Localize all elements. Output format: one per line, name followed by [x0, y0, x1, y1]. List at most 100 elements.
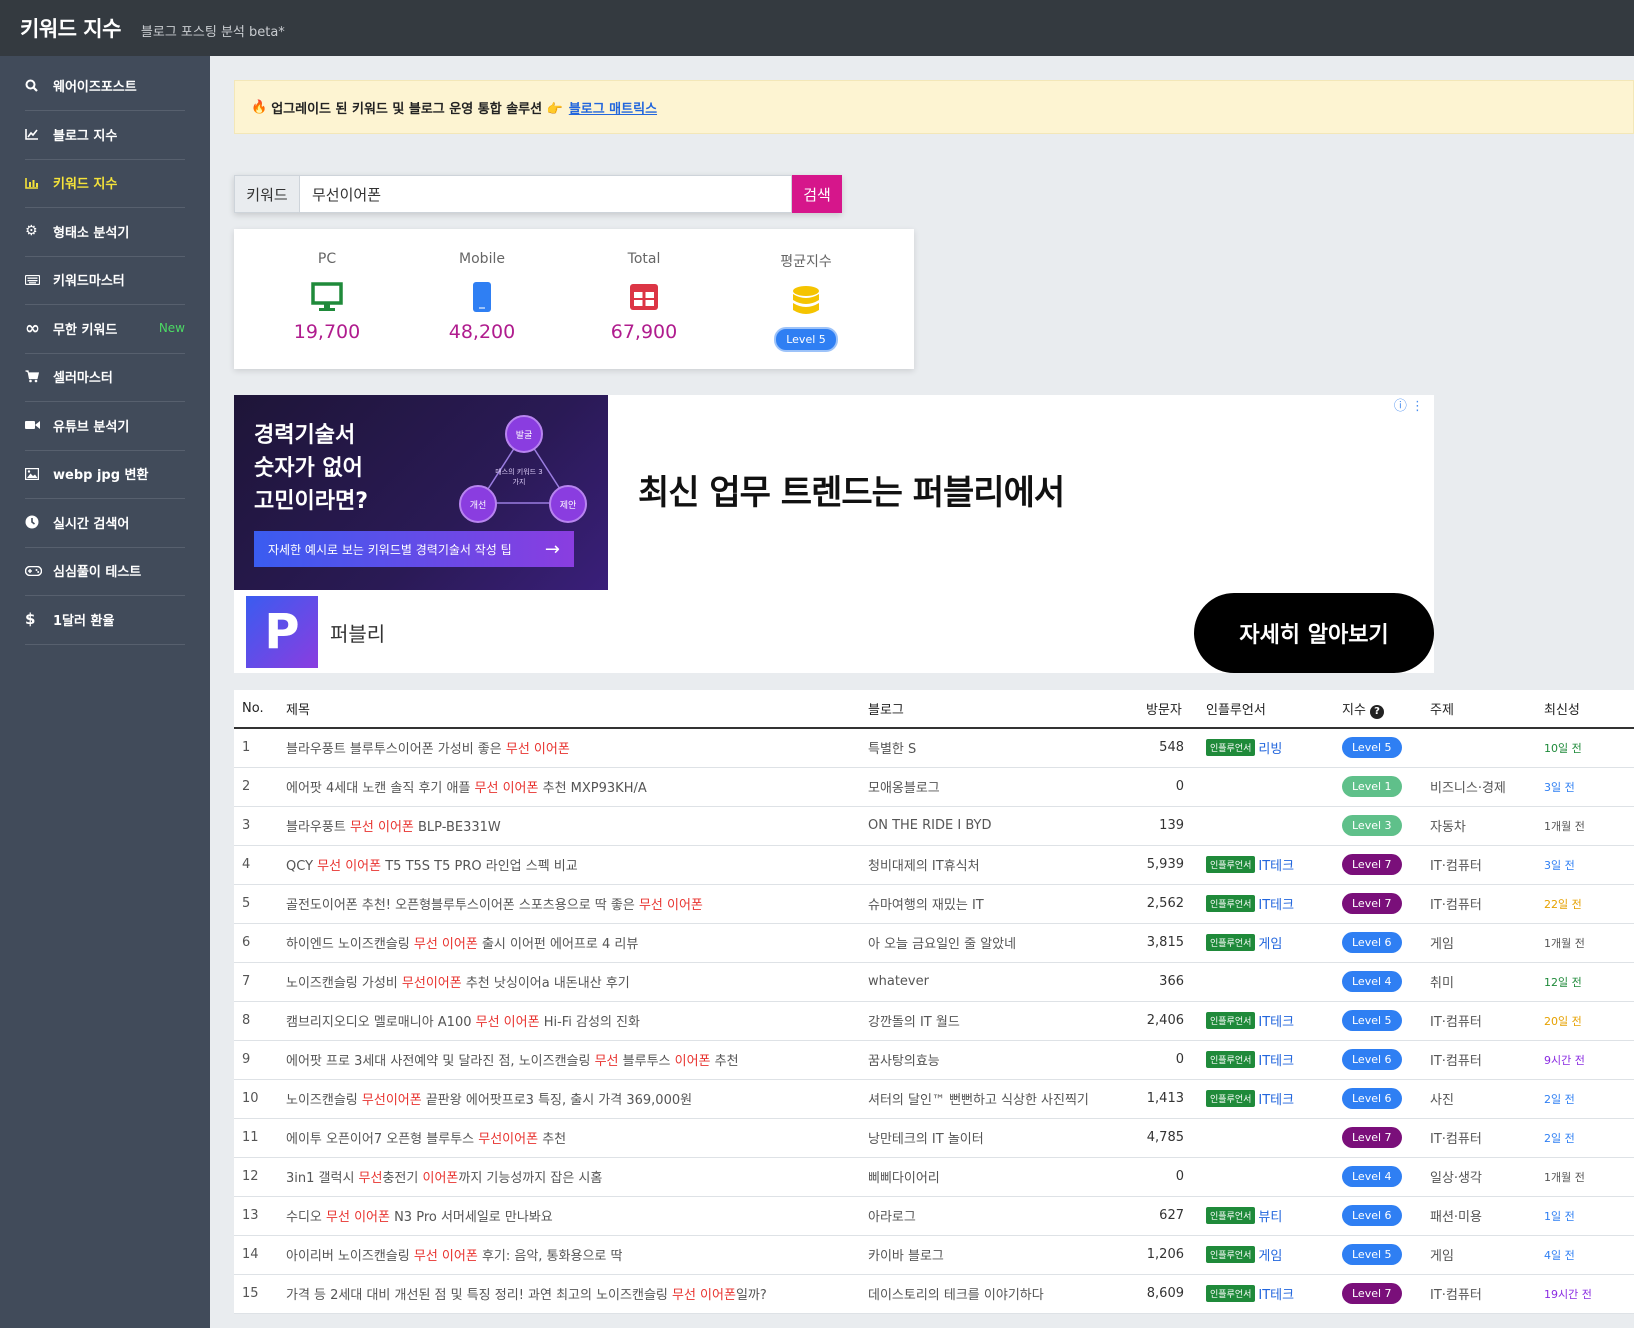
search-button[interactable]: 검색	[792, 175, 842, 213]
app-title[interactable]: 키워드 지수	[20, 13, 121, 43]
table-row[interactable]: 3 블라우풍트 무선 이어폰 BLP-BE331W ON THE RIDE I BY…	[234, 806, 1634, 846]
sidebar-item-0[interactable]: 웨어이즈포스트	[25, 61, 185, 111]
row-blog[interactable]: 아라로그	[860, 1196, 1138, 1236]
freshness-label: 2일 전	[1544, 1131, 1575, 1145]
sidebar-item-7[interactable]: 유튜브 분석기	[25, 401, 185, 451]
table-row[interactable]: 5 골전도이어폰 추천! 오픈형블루투스이어폰 스포츠용으로 딱 좋은 무선 이어…	[234, 884, 1634, 924]
row-title[interactable]: QCY 무선 이어폰 T5 T5S T5 PRO 라인업 스펙 비교	[278, 845, 860, 885]
fire-icon: 🔥	[251, 99, 268, 115]
row-title[interactable]: 하이엔드 노이즈캔슬링 무선 이어폰 출시 이어펀 에어프로 4 리뷰	[278, 923, 860, 963]
row-title[interactable]: 가격 등 2세대 대비 개선된 점 및 특징 정리! 과연 최고의 노이즈캔슬링…	[278, 1274, 860, 1314]
table-row[interactable]: 15 가격 등 2세대 대비 개선된 점 및 특징 정리! 과연 최고의 노이즈캔…	[234, 1274, 1634, 1314]
row-blog[interactable]: whatever	[860, 962, 1138, 1002]
sidebar-item-4[interactable]: 키워드마스터	[25, 255, 185, 305]
row-influencer: 인플루언서 IT테크	[1198, 845, 1334, 885]
influencer-category[interactable]: IT테크	[1258, 1093, 1294, 1108]
title-text: BLP-BE331W	[413, 820, 501, 835]
row-blog[interactable]: 낭만테크의 IT 놀이터	[860, 1118, 1138, 1158]
row-blog[interactable]: 슈마여행의 재밌는 IT	[860, 884, 1138, 924]
ad-banner[interactable]: 경력기술서 숫자가 없어 고민이라면? 발굴 개선 제안 매스의 키워드 3가지…	[234, 395, 1434, 673]
sidebar-item-3[interactable]: ⚙ 형태소 분석기	[25, 207, 185, 257]
row-freshness: 9시간 전	[1536, 1040, 1634, 1080]
row-blog[interactable]: 꿈사탕의효능	[860, 1040, 1138, 1080]
row-no: 8	[234, 1001, 278, 1041]
sidebar-item-11[interactable]: $1달러 환율	[25, 595, 185, 645]
freshness-label: 9시간 전	[1544, 1053, 1585, 1067]
row-title[interactable]: 에어팟 4세대 노캔 솔직 후기 애플 무선 이어폰 추천 MXP93KH/A	[278, 767, 860, 807]
row-title[interactable]: 노이즈캔슬링 무선이어폰 끝판왕 에어팟프로3 특징, 출시 가격 369,00…	[278, 1079, 860, 1119]
row-blog[interactable]: 카이바 블로그	[860, 1235, 1138, 1275]
table-row[interactable]: 4 QCY 무선 이어폰 T5 T5S T5 PRO 라인업 스펙 비교 청비대제의…	[234, 845, 1634, 885]
row-title[interactable]: 골전도이어폰 추천! 오픈형블루투스이어폰 스포츠용으로 딱 좋은 무선 이어폰	[278, 884, 860, 924]
influencer-category[interactable]: IT테크	[1258, 1015, 1294, 1030]
row-title[interactable]: 블라우풍트 무선 이어폰 BLP-BE331W	[278, 806, 860, 846]
table-row[interactable]: 13 수디오 무선 이어폰 N3 Pro 서머세일로 만나봐요 아라로그 627 인플루…	[234, 1196, 1634, 1236]
sidebar-item-6[interactable]: 셀러마스터	[25, 352, 185, 402]
question-icon[interactable]: ?	[1370, 704, 1385, 719]
row-blog[interactable]: 셔터의 달인™ 뻔뻔하고 식상한 사진찍기	[860, 1079, 1138, 1119]
row-title[interactable]: 아이리버 노이즈캔슬링 무선 이어폰 후기: 음악, 통화용으로 딱	[278, 1235, 860, 1275]
learn-more-button[interactable]: 자세히 알아보기	[1194, 593, 1434, 673]
row-blog[interactable]: 강깐돌의 IT 월드	[860, 1001, 1138, 1041]
stat-total-value: 67,900	[610, 321, 678, 343]
table-row[interactable]: 1 블라우풍트 블루투스이어폰 가성비 좋은 무선 이어폰 특별한 S 548 인플루언…	[234, 728, 1634, 768]
row-title[interactable]: 수디오 무선 이어폰 N3 Pro 서머세일로 만나봐요	[278, 1196, 860, 1236]
table-row[interactable]: 6 하이엔드 노이즈캔슬링 무선 이어폰 출시 이어펀 에어프로 4 리뷰 아 오늘…	[234, 923, 1634, 963]
influencer-category[interactable]: IT테크	[1258, 898, 1294, 913]
title-text: 추천 낫싱이어a 내돈내산 후기	[461, 976, 630, 991]
influencer-category[interactable]: IT테크	[1258, 859, 1294, 874]
sidebar-item-10[interactable]: 심심풀이 테스트	[25, 546, 185, 596]
row-blog[interactable]: 삐삐다이어리	[860, 1157, 1138, 1197]
table-row[interactable]: 10 노이즈캔슬링 무선이어폰 끝판왕 에어팟프로3 특징, 출시 가격 369,…	[234, 1079, 1634, 1119]
ad-logo[interactable]: P	[246, 596, 318, 668]
influencer-badge: 인플루언서	[1206, 739, 1256, 757]
ad-headline[interactable]: 최신 업무 트렌드는 퍼블리에서	[638, 465, 1065, 514]
ad-brand[interactable]: 퍼블리	[330, 618, 385, 647]
stat-pc-label: PC	[317, 251, 337, 267]
sidebar-item-2[interactable]: 키워드 지수	[25, 158, 185, 208]
table-row[interactable]: 9 에어팟 프로 3세대 사전예약 및 달라진 점, 노이즈캔슬링 무선 블루투스…	[234, 1040, 1634, 1080]
row-title[interactable]: 3in1 갤럭시 무선충전기 이어폰까지 기능성까지 잡은 시홈	[278, 1157, 860, 1197]
row-blog[interactable]: 청비대제의 IT휴식처	[860, 845, 1138, 885]
table-row[interactable]: 11 에이투 오픈이어7 오픈형 블루투스 무선이어폰 추천 낭만테크의 IT 놀이…	[234, 1118, 1634, 1158]
ad-image[interactable]: 경력기술서 숫자가 없어 고민이라면? 발굴 개선 제안 매스의 키워드 3가지…	[234, 395, 608, 590]
row-title[interactable]: 노이즈캔슬링 가성비 무선이어폰 추천 낫싱이어a 내돈내산 후기	[278, 962, 860, 1002]
influencer-category[interactable]: IT테크	[1258, 1288, 1294, 1303]
row-no: 9	[234, 1040, 278, 1080]
ad-cta[interactable]: 자세한 예시로 보는 키워드별 경력기술서 작성 팁 →	[254, 531, 574, 567]
influencer-category[interactable]: 게임	[1258, 1249, 1282, 1264]
row-blog[interactable]: 데이스토리의 테크를 이야기하다	[860, 1274, 1138, 1314]
row-title[interactable]: 캠브리지오디오 멜로매니아 A100 무선 이어폰 Hi-Fi 감성의 진화	[278, 1001, 860, 1041]
row-blog[interactable]: 아 오늘 금요일인 줄 알았네	[860, 923, 1138, 963]
table-row[interactable]: 14 아이리버 노이즈캔슬링 무선 이어폰 후기: 음악, 통화용으로 딱 카이바 …	[234, 1235, 1634, 1275]
ad-info-icon[interactable]: ⓘ ⋮	[1394, 395, 1424, 414]
row-blog[interactable]: 특별한 S	[860, 728, 1138, 768]
keyword-highlight: 이어폰	[674, 1054, 711, 1069]
avg-level-badge: Level 5	[774, 327, 838, 352]
blog-matrix-link[interactable]: 블로그 매트릭스	[569, 98, 657, 117]
keyword-input[interactable]	[300, 175, 792, 213]
influencer-category[interactable]: 리빙	[1258, 742, 1282, 757]
row-title[interactable]: 에어팟 프로 3세대 사전예약 및 달라진 점, 노이즈캔슬링 무선 블루투스 …	[278, 1040, 860, 1080]
sidebar-item-9[interactable]: 실시간 검색어	[25, 498, 185, 548]
col-title: 제목	[278, 690, 860, 729]
influencer-category[interactable]: IT테크	[1258, 1054, 1294, 1069]
keyword-highlight: 무선 이어폰	[474, 781, 539, 796]
sidebar-item-8[interactable]: webp jpg 변환	[25, 449, 185, 499]
sidebar-item-5[interactable]: ∞ 무한 키워드 New	[25, 304, 185, 354]
influencer-category[interactable]: 게임	[1258, 937, 1282, 952]
sidebar-item-1[interactable]: 블로그 지수	[25, 110, 185, 160]
row-level: Level 3	[1334, 806, 1422, 846]
row-blog[interactable]: ON THE RIDE I BYD	[860, 806, 1138, 846]
row-visitors: 3,815	[1138, 923, 1198, 963]
table-row[interactable]: 8 캠브리지오디오 멜로매니아 A100 무선 이어폰 Hi-Fi 감성의 진화 강…	[234, 1001, 1634, 1041]
influencer-category[interactable]: 뷰티	[1258, 1210, 1282, 1225]
row-influencer	[1198, 806, 1334, 846]
row-title[interactable]: 에이투 오픈이어7 오픈형 블루투스 무선이어폰 추천	[278, 1118, 860, 1158]
sidebar-item-label: 실시간 검색어	[53, 516, 130, 532]
table-row[interactable]: 12 3in1 갤럭시 무선충전기 이어폰까지 기능성까지 잡은 시홈 삐삐다이어리…	[234, 1157, 1634, 1197]
row-blog[interactable]: 모애옹블로그	[860, 767, 1138, 807]
table-row[interactable]: 7 노이즈캔슬링 가성비 무선이어폰 추천 낫싱이어a 내돈내산 후기 whatev…	[234, 962, 1634, 1002]
table-row[interactable]: 2 에어팟 4세대 노캔 솔직 후기 애플 무선 이어폰 추천 MXP93KH/A…	[234, 767, 1634, 807]
row-title[interactable]: 블라우풍트 블루투스이어폰 가성비 좋은 무선 이어폰	[278, 728, 860, 768]
